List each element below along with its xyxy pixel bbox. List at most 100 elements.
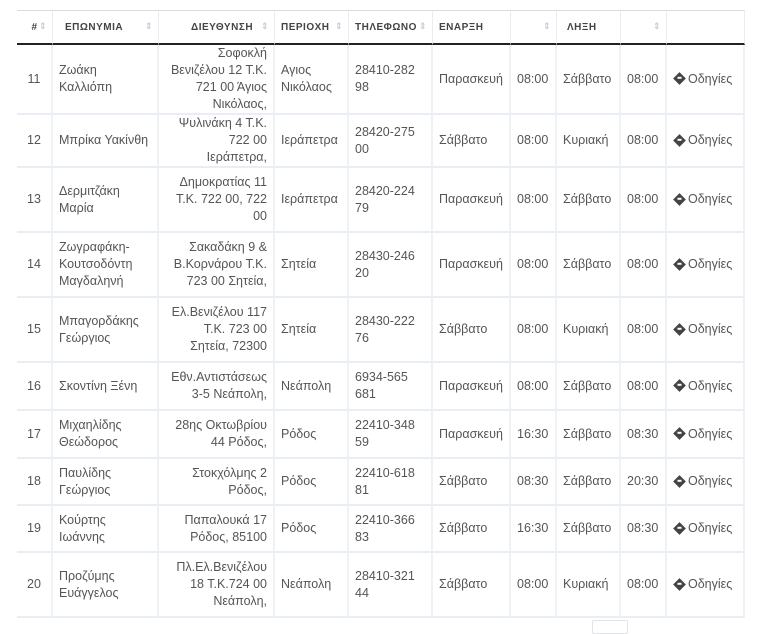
start-day: Παρασκευή — [433, 168, 511, 233]
directions-cell: Οδηγίες — [667, 363, 745, 411]
end-time: 20:30 — [621, 459, 667, 506]
start-day: Παρασκευή — [433, 45, 511, 115]
sort-icon[interactable]: ⇕ — [335, 21, 343, 32]
directions-label: Οδηγίες — [688, 71, 733, 86]
end-day: Κυριακή — [557, 298, 621, 363]
area: Νεάπολη — [275, 553, 349, 618]
sort-icon[interactable]: ⇕ — [145, 21, 153, 32]
phone: 28410-282 98 — [349, 45, 433, 115]
end-day: Σάββατο — [557, 411, 621, 459]
phone: 6934-565 681 — [349, 363, 433, 411]
start-day: Παρασκευή — [433, 233, 511, 298]
table-row: 14 Ζωγραφάκη-Κουτσοδόντη Μαγδαληνή Σακαδάκ… — [17, 233, 745, 298]
address: 28ης Οκτωβρίου 44 Ρόδος, — [159, 411, 275, 459]
address: Πλ.Ελ.Βενιζέλου 18 Τ.Κ.724 00 Νεάπολη, — [159, 553, 275, 618]
directions-link[interactable]: Οδηγίες — [673, 474, 732, 488]
directions-label: Οδηγίες — [688, 474, 733, 488]
pharmacies-table: # ⇕ ΕΠΩΝΥΜΙΑ ⇕ ΔΙΕΥΘΥΝΣΗ ⇕ ΠΕΡΙΟΧΗ ⇕ ΤΗΛΕΦΩΝ… — [17, 10, 745, 618]
end-day: Σάββατο — [557, 459, 621, 506]
directions-link[interactable]: Οδηγίες — [673, 192, 732, 206]
end-day: Σάββατο — [557, 45, 621, 115]
pharmacy-name: Ζωάκη Καλλιόπη — [53, 45, 159, 115]
address: Ψυλινάκη 4 Τ.Κ. 722 00 Ιεράπετρα, — [159, 115, 275, 168]
directions-cell: Οδηγίες — [667, 233, 745, 298]
phone: 22410-618 81 — [349, 459, 433, 506]
start-time: 08:00 — [511, 233, 557, 298]
col-header-area[interactable]: ΠΕΡΙΟΧΗ ⇕ — [275, 10, 349, 45]
col-header-end[interactable]: ΛΗΞΗ — [557, 10, 621, 45]
phone: 28430-246 20 — [349, 233, 433, 298]
pagination-box[interactable] — [592, 620, 628, 634]
start-day: Σάββατο — [433, 459, 511, 506]
col-header-start[interactable]: ΕΝΑΡΞΗ — [433, 10, 511, 45]
area: Ρόδος — [275, 411, 349, 459]
row-number: 12 — [17, 115, 53, 168]
start-time: 08:00 — [511, 363, 557, 411]
directions-label: Οδηγίες — [688, 577, 733, 591]
address: Σακαδάκη 9 & Β.Κορνάρου Τ.Κ. 723 00 Σητε… — [159, 233, 275, 298]
directions-diamond-icon — [673, 133, 686, 147]
col-header-directions — [667, 10, 745, 45]
sort-icon[interactable]: ⇕ — [419, 21, 427, 32]
directions-cell: Οδηγίες — [667, 298, 745, 363]
phone: 28420-275 00 — [349, 115, 433, 168]
row-number: 16 — [17, 363, 53, 411]
col-header-phone[interactable]: ΤΗΛΕΦΩΝΟ ⇕ — [349, 10, 433, 45]
end-day: Κυριακή — [557, 553, 621, 618]
start-time: 08:30 — [511, 459, 557, 506]
directions-link[interactable]: Οδηγίες — [673, 133, 732, 147]
directions-link[interactable]: Οδηγίες — [673, 521, 732, 535]
area: Ιεράπετρα — [275, 168, 349, 233]
start-time: 08:00 — [511, 115, 557, 168]
sort-icon[interactable]: ⇕ — [653, 21, 661, 32]
start-time: 08:00 — [511, 168, 557, 233]
row-number: 19 — [17, 506, 53, 553]
directions-link[interactable]: Οδηγίες — [673, 72, 732, 86]
area: Σητεία — [275, 298, 349, 363]
directions-link[interactable]: Οδηγίες — [673, 257, 732, 271]
directions-diamond-icon — [673, 577, 686, 591]
sort-icon[interactable]: ⇕ — [261, 21, 269, 32]
directions-diamond-icon — [673, 72, 686, 86]
directions-label: Οδηγίες — [688, 521, 733, 535]
col-header-start-time[interactable]: ⇕ — [511, 10, 557, 45]
end-time: 08:00 — [621, 233, 667, 298]
directions-link[interactable]: Οδηγίες — [673, 322, 732, 336]
sort-icon[interactable]: ⇕ — [39, 21, 47, 32]
area: Ρόδος — [275, 506, 349, 553]
start-time: 16:30 — [511, 506, 557, 553]
pharmacy-name: Κούρτης Ιωάννης — [53, 506, 159, 553]
directions-diamond-icon — [673, 257, 686, 271]
sort-icon[interactable]: ⇕ — [543, 21, 551, 32]
address: Εθν.Αντιστάσεως 3-5 Νεάπολη, — [159, 363, 275, 411]
phone: 28420-224 79 — [349, 168, 433, 233]
table-row: 12 Μπρίκα Υακίνθη Ψυλινάκη 4 Τ.Κ. 722 00 Ι… — [17, 115, 745, 168]
col-header-num[interactable]: # ⇕ — [17, 10, 53, 45]
area: Αγιος Νικόλαος — [275, 45, 349, 115]
area: Ιεράπετρα — [275, 115, 349, 168]
table-row: 16 Σκοντίνη Ξένη Εθν.Αντιστάσεως 3-5 Νεάπο… — [17, 363, 745, 411]
end-day: Σάββατο — [557, 233, 621, 298]
start-day: Σάββατο — [433, 506, 511, 553]
col-header-name[interactable]: ΕΠΩΝΥΜΙΑ ⇕ — [53, 10, 159, 45]
end-time: 08:30 — [621, 411, 667, 459]
end-time: 08:30 — [621, 506, 667, 553]
start-day: Παρασκευή — [433, 411, 511, 459]
directions-link[interactable]: Οδηγίες — [673, 379, 732, 393]
row-number: 13 — [17, 168, 53, 233]
directions-link[interactable]: Οδηγίες — [673, 427, 732, 441]
directions-link[interactable]: Οδηγίες — [673, 577, 732, 591]
col-header-end-time[interactable]: ⇕ — [621, 10, 667, 45]
table-row: 19 Κούρτης Ιωάννης Παπαλουκά 17 Ρόδος, 851… — [17, 506, 745, 553]
directions-label: Οδηγίες — [688, 257, 733, 271]
directions-diamond-icon — [673, 379, 686, 393]
col-header-address[interactable]: ΔΙΕΥΘΥΝΣΗ ⇕ — [159, 10, 275, 45]
end-day: Σάββατο — [557, 168, 621, 233]
directions-diamond-icon — [673, 427, 686, 441]
pharmacy-name: Μπρίκα Υακίνθη — [53, 115, 159, 168]
start-time: 08:00 — [511, 45, 557, 115]
row-number: 17 — [17, 411, 53, 459]
row-number: 11 — [17, 45, 53, 115]
start-day: Σάββατο — [433, 553, 511, 618]
row-number: 20 — [17, 553, 53, 618]
